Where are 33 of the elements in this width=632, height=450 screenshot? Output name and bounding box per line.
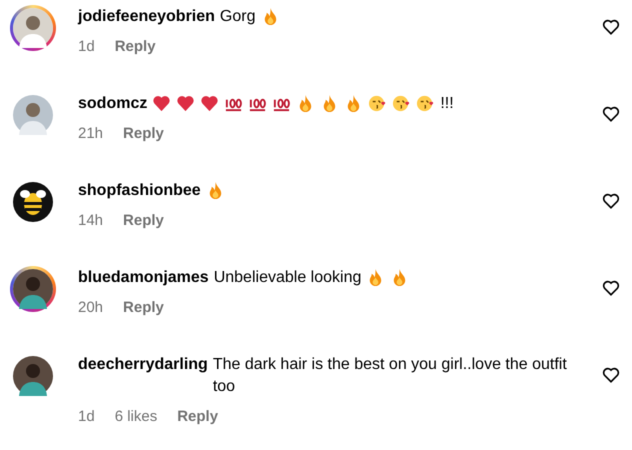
reply-link[interactable]: Reply [177,408,218,425]
like-button[interactable] [602,105,620,123]
kiss-face-icon [416,94,436,113]
comment-time: 20h [78,299,104,316]
like-button[interactable] [602,279,620,297]
avatar-ring[interactable] [10,266,56,312]
comment-time: 1d [78,408,95,425]
reply-link[interactable]: Reply [123,299,164,316]
comment-time: 21h [78,125,104,142]
kiss-face-icon [392,94,412,113]
like-button[interactable] [602,366,620,384]
comment-text: Gorg [220,7,256,27]
kiss-face-icon [368,94,388,113]
username[interactable]: bluedamonjames [78,267,209,289]
heart-icon [176,94,196,113]
comment-text: !!! [440,94,454,114]
comment-text: The dark hair is the best on you girl..love the outfit too [212,355,568,397]
comment-time: 14h [78,212,104,229]
reply-link[interactable]: Reply [123,212,164,229]
username[interactable]: shopfashionbee [78,180,201,202]
heart-icon [152,94,172,113]
comment-text: Unbelievable looking [214,268,362,288]
reply-link[interactable]: Reply [123,125,164,142]
username[interactable]: sodomcz [78,93,148,115]
avatar-ring[interactable] [10,5,56,51]
heart-icon [200,94,220,113]
like-count: 6 likes [114,408,158,425]
username[interactable]: jodiefeeneyobrien [78,6,215,28]
username[interactable]: deecherrydarling [78,354,208,376]
reply-link[interactable]: Reply [114,38,156,55]
comment-time: 1d [78,38,95,55]
like-button[interactable] [602,18,620,36]
like-button[interactable] [602,192,620,210]
